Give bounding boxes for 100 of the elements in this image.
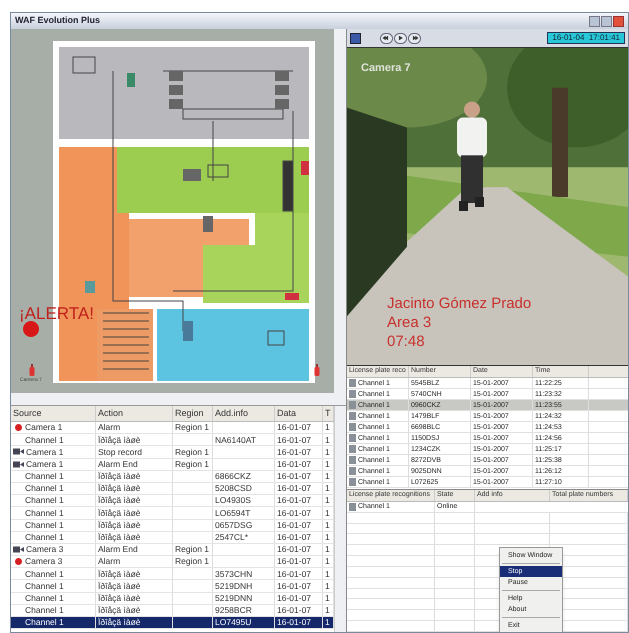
log-row[interactable]: Channel 1 Ïðîåçä ìàøè 6866CKZ 16-01-07 1 bbox=[11, 470, 334, 483]
fire-extinguisher-icon bbox=[29, 364, 35, 376]
table-cell: 5208CSD bbox=[215, 484, 252, 493]
table-cell: 6866CKZ bbox=[215, 472, 251, 481]
table-cell: 1 bbox=[325, 545, 330, 554]
table-cell: 16-01-07 bbox=[277, 460, 312, 468]
table-cell: 1 bbox=[325, 472, 330, 481]
log-row[interactable]: Channel 1 Ïðîåçä ìàøè 0657DSG 16-01-07 1 bbox=[11, 520, 334, 532]
log-row[interactable]: Camera 3 Alarm Region 1 16-01-07 1 bbox=[11, 556, 334, 568]
log-row[interactable]: Channel 1 Ïðîåçä ìàøè NA6140AT 16-01-07 1 bbox=[11, 434, 334, 446]
log-row[interactable]: Channel 1 Ïðîåçä ìàøè 5208CSD 16-01-07 1 bbox=[11, 482, 334, 496]
table-cell: 16-01-07 bbox=[277, 448, 312, 456]
table-cell: 3573CHN bbox=[215, 570, 252, 578]
table-cell: NA6140AT bbox=[215, 436, 256, 444]
table-cell: 1 bbox=[325, 496, 330, 505]
table-cell: 16-01-07 bbox=[277, 570, 312, 578]
table-cell: Alarm End bbox=[98, 460, 138, 468]
table-cell: 16-01-07 bbox=[277, 520, 312, 530]
table-cell: 16-01-07 bbox=[277, 484, 312, 493]
table-cell: Ïðîåçä ìàøè bbox=[98, 618, 141, 627]
table-cell: 1 bbox=[325, 533, 330, 542]
table-cell: Channel 1 bbox=[25, 484, 64, 493]
table-cell: Channel 1 bbox=[25, 533, 64, 542]
table-cell: Ïðîåçä ìàøè bbox=[98, 520, 141, 530]
log-row[interactable]: Channel 1 Ïðîåçä ìàøè LO4930S 16-01-07 1 bbox=[11, 495, 334, 508]
log-row[interactable]: Channel 1 Ïðîåçä ìàøè 2547CL* 16-01-07 1 bbox=[11, 532, 334, 544]
column-header[interactable]: Region bbox=[173, 406, 213, 421]
log-row[interactable]: Channel 1 Ïðîåçä ìàøè 3573CHN 16-01-07 1 bbox=[11, 568, 334, 580]
datetime-display: 16-01-04 17:01:41 bbox=[547, 32, 625, 44]
table-cell: Alarm bbox=[98, 557, 120, 566]
table-cell: Region 1 bbox=[175, 460, 210, 468]
table-cell: Channel 1 bbox=[25, 520, 64, 530]
log-row[interactable]: Channel 1 Ïðîåçä ìàøè LO6594T 16-01-07 1 bbox=[11, 507, 334, 520]
table-cell: 16-01-07 bbox=[277, 508, 312, 518]
table-cell: Region 1 bbox=[175, 423, 210, 432]
table-cell: 16-01-07 bbox=[277, 545, 312, 554]
table-cell: 16-01-07 bbox=[277, 496, 312, 505]
rewind-icon bbox=[382, 34, 391, 42]
table-cell: 1 bbox=[325, 423, 330, 432]
table-cell: 16-01-07 bbox=[277, 618, 312, 627]
log-row[interactable]: Camera 1 Alarm Region 1 16-01-07 1 bbox=[11, 422, 334, 434]
table-cell: Ïðîåçä ìàøè bbox=[98, 582, 141, 590]
camera-icon bbox=[13, 448, 24, 456]
camera-icon bbox=[13, 546, 24, 553]
table-cell: Ïðîåçä ìàøè bbox=[98, 594, 141, 602]
table-cell: Ïðîåçä ìàøè bbox=[98, 508, 141, 518]
table-cell: Channel 1 bbox=[25, 436, 64, 444]
table-cell: Channel 1 bbox=[25, 508, 64, 518]
column-header[interactable]: Action bbox=[96, 406, 173, 421]
table-cell: 1 bbox=[325, 436, 330, 444]
table-cell: Alarm bbox=[98, 423, 120, 432]
table-cell: 1 bbox=[325, 460, 330, 468]
table-cell: 1 bbox=[325, 508, 330, 518]
log-row[interactable]: Channel 1 Ïðîåçä ìàøè 5219DNH 16-01-07 1 bbox=[11, 580, 334, 593]
table-cell: Ïðîåçä ìàøè bbox=[98, 496, 141, 505]
table-cell: LO4930S bbox=[215, 496, 251, 505]
log-row[interactable]: Camera 1 Alarm End Region 1 16-01-07 1 bbox=[11, 458, 334, 471]
table-cell: Region 1 bbox=[175, 448, 210, 456]
fire-extinguisher-icon bbox=[314, 364, 320, 376]
table-cell: 5219DNN bbox=[215, 594, 252, 602]
horizontal-scrollbar[interactable] bbox=[11, 393, 346, 405]
table-cell: 16-01-07 bbox=[277, 472, 312, 481]
table-cell: Channel 1 bbox=[25, 570, 64, 578]
column-header[interactable]: Data bbox=[275, 406, 323, 421]
table-cell: 5219DNH bbox=[215, 582, 252, 590]
table-cell: Channel 1 bbox=[25, 582, 64, 590]
window-title: WAF Evolution Plus bbox=[15, 14, 100, 28]
vertical-scrollbar[interactable] bbox=[334, 406, 346, 632]
table-cell: 16-01-07 bbox=[277, 606, 312, 615]
log-row[interactable]: Camera 3 Alarm End Region 1 16-01-07 1 bbox=[11, 544, 334, 556]
camera-name: Camera 7 bbox=[361, 61, 411, 76]
camera-icon bbox=[13, 460, 24, 468]
table-cell: 16-01-07 bbox=[277, 594, 312, 602]
overlay-text: 07:48 bbox=[387, 332, 426, 351]
vertical-scrollbar[interactable] bbox=[334, 29, 346, 393]
play-icon bbox=[396, 34, 405, 42]
table-cell: Alarm End bbox=[98, 545, 138, 554]
play-button[interactable] bbox=[394, 32, 407, 44]
table-cell: 1 bbox=[325, 448, 330, 456]
table-cell: 1 bbox=[325, 484, 330, 493]
table-cell: Channel 1 bbox=[25, 472, 64, 481]
stop-button[interactable] bbox=[350, 32, 361, 44]
log-row[interactable]: Camera 1 Stop record Region 1 16-01-07 1 bbox=[11, 446, 334, 459]
table-cell: Camera 3 bbox=[25, 557, 62, 566]
column-header[interactable]: Source bbox=[11, 406, 96, 421]
table-cell: Ïðîåçä ìàøè bbox=[98, 570, 141, 578]
column-header[interactable]: Add.info bbox=[213, 406, 275, 421]
forward-button[interactable] bbox=[408, 32, 421, 44]
rewind-button[interactable] bbox=[380, 32, 393, 44]
log-row[interactable]: Channel 1 Ïðîåçä ìàøè 5219DNN 16-01-07 1 bbox=[11, 592, 334, 605]
minimize-button[interactable] bbox=[589, 16, 600, 26]
log-row[interactable]: Channel 1 Ïðîåçä ìàøè LO7495U 16-01-07 1 bbox=[11, 617, 334, 630]
table-cell: 1 bbox=[325, 582, 330, 590]
table-cell: Channel 1 bbox=[25, 606, 64, 615]
close-button[interactable] bbox=[613, 16, 624, 26]
table-cell: 16-01-07 bbox=[277, 423, 312, 432]
table-cell: 1 bbox=[325, 570, 330, 578]
maximize-button[interactable] bbox=[601, 16, 612, 26]
table-cell: 1 bbox=[325, 520, 330, 530]
table-cell: Region 1 bbox=[175, 557, 210, 566]
